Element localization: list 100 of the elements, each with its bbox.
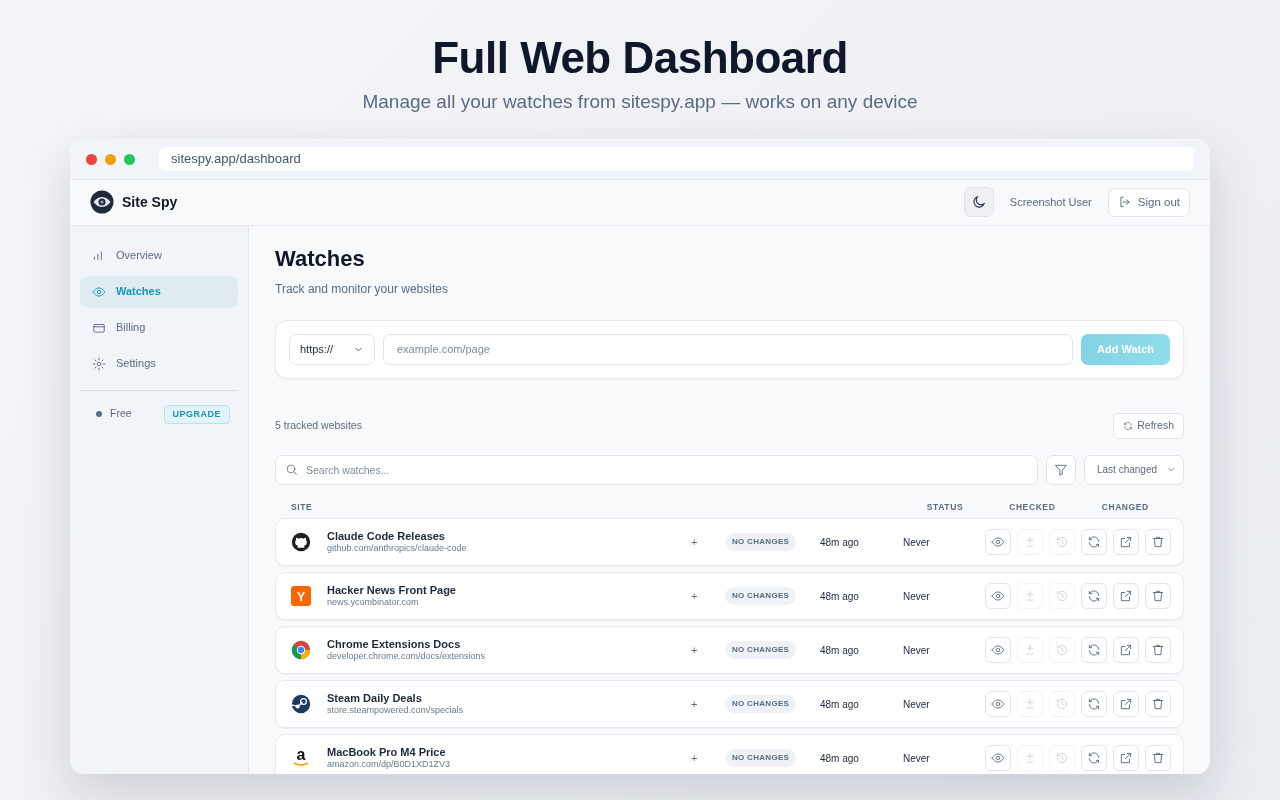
recheck-button[interactable] (1081, 691, 1107, 718)
trash-icon (1151, 643, 1165, 658)
watch-row[interactable]: Chrome Extensions Docs developer.chrome.com/docs/extensions + NO CHANGES 48m ago Never (275, 626, 1184, 675)
history-icon (1055, 535, 1069, 550)
sidebar-item[interactable]: Billing (80, 311, 238, 344)
column-header: STATUS (926, 500, 964, 514)
watch-row[interactable]: Claude Code Releases github.com/anthropics/claude-code + NO CHANGES 48m ago Never (275, 518, 1184, 567)
address-bar[interactable]: sitespy.app/dashboard (159, 147, 1194, 172)
trash-icon (1151, 697, 1165, 712)
refresh-icon (1123, 420, 1134, 431)
filter-button[interactable] (1046, 454, 1076, 485)
external-link-icon (1119, 751, 1133, 766)
page-title: Watches (275, 245, 366, 272)
external-link-icon (1119, 643, 1133, 658)
eye-icon (991, 535, 1005, 550)
trash-icon (1151, 751, 1165, 766)
site-name: Claude Code Releases (327, 530, 446, 544)
status-label: NO CHANGES (725, 641, 797, 660)
column-header: CHANGED (1101, 500, 1149, 514)
maximize-dot[interactable] (124, 153, 135, 165)
url-input[interactable]: example.com/page (383, 333, 1073, 365)
recheck-button[interactable] (1081, 637, 1107, 664)
delete-button[interactable] (1145, 529, 1171, 556)
sidebar-item[interactable]: Overview (80, 239, 238, 272)
changed-time: Never (903, 697, 931, 712)
watch-row[interactable]: Y Hacker News Front Page news.ycombinator.com + NO CHANGES 48m ago Never (275, 572, 1184, 621)
expand-toggle[interactable]: + (691, 534, 725, 551)
expand-toggle[interactable]: + (691, 588, 725, 605)
eye-icon (991, 589, 1005, 604)
site-url: developer.chrome.com/docs/extensions (327, 651, 486, 663)
moon-icon (970, 194, 987, 211)
site-url: github.com/anthropics/claude-code (327, 543, 467, 555)
refresh-icon (1087, 751, 1101, 766)
checked-time: 48m ago (820, 535, 860, 550)
refresh-button[interactable]: Refresh (1113, 412, 1184, 439)
eye-icon (991, 643, 1005, 658)
site-url: news.ycombinator.com (327, 597, 420, 609)
hero-subtitle: Manage all your watches from sitespy.app — works on any device (362, 91, 918, 113)
column-header: CHECKED (1009, 500, 1056, 514)
delete-button[interactable] (1145, 745, 1171, 772)
delete-button[interactable] (1145, 583, 1171, 610)
settings-icon (92, 356, 106, 371)
open-link-button[interactable] (1113, 637, 1139, 664)
sign-out-button[interactable]: Sign out (1107, 187, 1190, 218)
page-subtitle: Track and monitor your websites (275, 280, 449, 298)
site-url: amazon.com/dp/B0D1XD1ZV3 (327, 759, 451, 771)
history-icon (1055, 643, 1069, 658)
refresh-icon (1087, 589, 1101, 604)
hero-title: Full Web Dashboard (431, 34, 849, 83)
close-dot[interactable] (86, 153, 97, 165)
view-button[interactable] (985, 583, 1011, 610)
delete-button[interactable] (1145, 691, 1171, 718)
expand-toggle[interactable]: + (691, 642, 725, 659)
checked-time: 48m ago (820, 589, 860, 604)
steam-logo-icon (291, 694, 311, 715)
expand-toggle[interactable]: + (691, 696, 725, 713)
view-button[interactable] (985, 691, 1011, 718)
search-field[interactable]: Search watches... (275, 454, 1038, 485)
eye-icon (92, 284, 106, 299)
refresh-icon (1087, 697, 1101, 712)
status-label: NO CHANGES (725, 749, 797, 768)
upgrade-button[interactable]: UPGRADE (163, 404, 231, 425)
view-button[interactable] (985, 745, 1011, 772)
open-link-button[interactable] (1113, 691, 1139, 718)
checked-time: 48m ago (820, 751, 860, 766)
filter-icon (1054, 462, 1068, 477)
open-link-button[interactable] (1113, 529, 1139, 556)
sort-select[interactable]: Last changed (1084, 454, 1184, 485)
history-icon (1055, 697, 1069, 712)
sidebar-item[interactable]: Settings (80, 347, 238, 380)
view-button[interactable] (985, 529, 1011, 556)
watch-row[interactable]: Steam Daily Deals store.steampowered.com/specials + NO CHANGES 48m ago Never (275, 680, 1184, 729)
history-icon (1055, 751, 1069, 766)
recheck-button[interactable] (1081, 529, 1107, 556)
delete-button[interactable] (1145, 637, 1171, 664)
site-name: Hacker News Front Page (327, 584, 456, 598)
trash-icon (1151, 589, 1165, 604)
checked-time: 48m ago (820, 643, 860, 658)
theme-toggle-button[interactable] (963, 187, 994, 218)
expand-toggle[interactable]: + (691, 750, 725, 767)
octocat-icon (291, 532, 311, 553)
checked-time: 48m ago (820, 697, 860, 712)
view-button[interactable] (985, 637, 1011, 664)
recheck-button[interactable] (1081, 745, 1107, 772)
status-label: NO CHANGES (725, 695, 797, 714)
site-name: Chrome Extensions Docs (327, 638, 462, 652)
sidebar-item[interactable]: Watches (80, 275, 238, 308)
open-link-button[interactable] (1113, 583, 1139, 610)
eye-icon (991, 751, 1005, 766)
minimize-dot[interactable] (105, 153, 116, 165)
protocol-select[interactable]: https:// (289, 333, 375, 365)
site-name: Steam Daily Deals (327, 692, 423, 706)
recheck-button[interactable] (1081, 583, 1107, 610)
sign-out-icon (1117, 195, 1132, 210)
open-link-button[interactable] (1113, 745, 1139, 772)
external-link-icon (1119, 589, 1133, 604)
external-link-icon (1119, 697, 1133, 712)
watch-row[interactable]: a MacBook Pro M4 Price amazon.com/dp/B0D1XD1ZV3 + NO CHANGES 48m ago Never (275, 734, 1184, 774)
history-icon (1055, 589, 1069, 604)
user-name: Screenshot User (1009, 195, 1092, 211)
